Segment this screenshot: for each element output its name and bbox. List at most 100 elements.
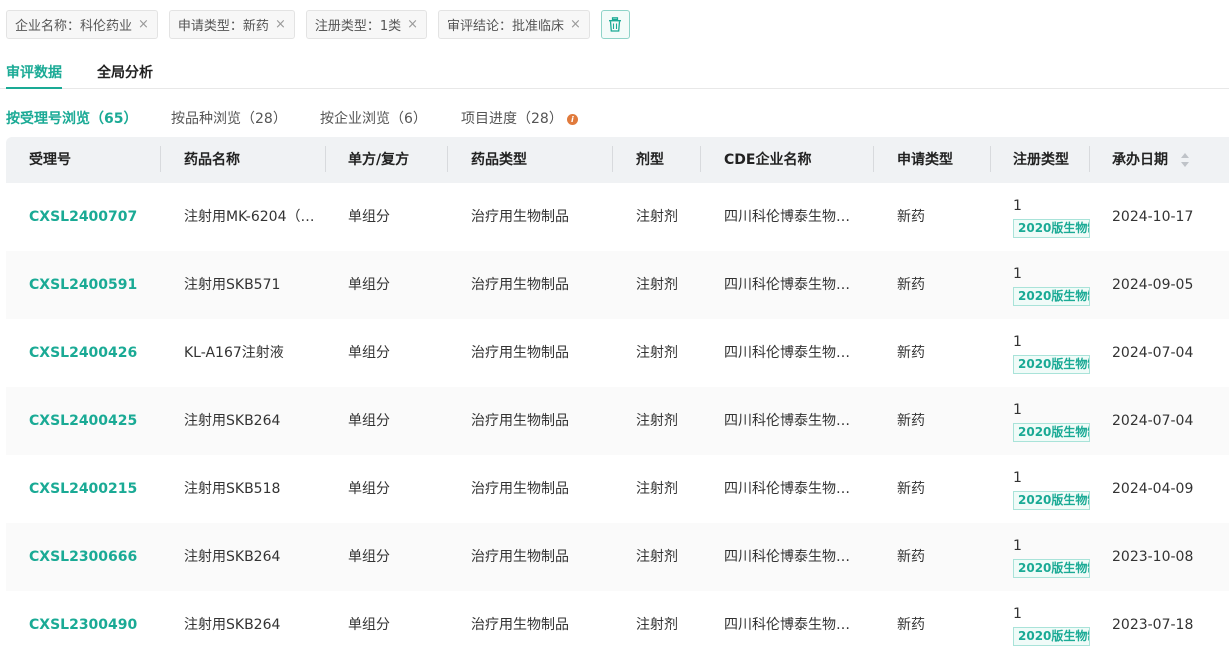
row-form: 注射剂 — [636, 617, 678, 633]
column-header-apply-type: 申请类型 — [897, 152, 953, 168]
row-drug-type: 治疗用生物制品 — [471, 277, 569, 293]
row-date: 2023-10-08 — [1112, 549, 1194, 565]
subtab-project-progress[interactable]: 项目进度（28） i — [461, 108, 578, 128]
row-reg-tag: 2020版生物制品 — [1013, 627, 1090, 646]
clear-filters-button[interactable] — [600, 10, 630, 39]
column-header-drug-type: 药品类型 — [471, 152, 527, 168]
row-date: 2024-04-09 — [1112, 481, 1194, 497]
row-apply-type: 新药 — [897, 277, 925, 293]
row-drug-type: 治疗用生物制品 — [471, 481, 569, 497]
row-form: 注射剂 — [636, 209, 678, 225]
row-reg-tag: 2020版生物制品 — [1013, 287, 1090, 306]
row-drug-type: 治疗用生物制品 — [471, 345, 569, 361]
close-icon[interactable]: × — [570, 17, 581, 32]
row-compound: 单组分 — [348, 209, 390, 225]
table-row[interactable]: CXSL2400215 注射用SKB518 单组分 治疗用生物制品 注射剂 四川科伦博泰生… — [6, 455, 1229, 523]
row-id-link[interactable]: CXSL2300666 — [29, 523, 154, 591]
row-form: 注射剂 — [636, 277, 678, 293]
row-reg-class: 1 — [1013, 470, 1022, 486]
row-reg-tag: 2020版生物制品 — [1013, 491, 1090, 510]
column-divider[interactable] — [612, 146, 613, 172]
row-date: 2024-07-04 — [1112, 345, 1194, 361]
filter-chip-apply-type[interactable]: 申请类型：新药 × — [168, 10, 295, 39]
table-row[interactable]: CXSL2300666 注射用SKB264 单组分 治疗用生物制品 注射剂 四川科伦博泰生… — [6, 523, 1229, 591]
filter-chip-conclusion[interactable]: 审评结论：批准临床 × — [438, 10, 590, 39]
column-header-name: 药品名称 — [184, 152, 240, 168]
table-row[interactable]: CXSL2300490 注射用SKB264 单组分 治疗用生物制品 注射剂 四川科伦博泰生… — [6, 591, 1229, 659]
table-header: 受理号 药品名称 单方/复方 药品类型 剂型 CDE企业名称 申请类型 注册类型… — [6, 137, 1229, 183]
info-icon[interactable]: i — [566, 113, 578, 125]
row-reg-class: 1 — [1013, 538, 1022, 554]
column-divider[interactable] — [160, 146, 161, 172]
row-drug-type: 治疗用生物制品 — [471, 413, 569, 429]
column-header-date[interactable]: 承办日期 — [1112, 137, 1168, 183]
filter-chip-label: 审评结论：批准临床 — [447, 19, 565, 34]
row-reg-tag: 2020版生物制品 — [1013, 559, 1090, 578]
row-reg-tag: 2020版生物制品 — [1013, 219, 1090, 238]
column-divider[interactable] — [447, 146, 448, 172]
row-compound: 单组分 — [348, 549, 390, 565]
row-apply-type: 新药 — [897, 549, 925, 565]
row-date: 2023-07-18 — [1112, 617, 1194, 633]
subtab-by-acceptance[interactable]: 按受理号浏览（65） — [6, 108, 137, 128]
row-date: 2024-10-17 — [1112, 209, 1194, 225]
row-drug-type: 治疗用生物制品 — [471, 617, 569, 633]
row-id-link[interactable]: CXSL2300490 — [29, 591, 154, 659]
row-id-link[interactable]: CXSL2400707 — [29, 183, 154, 251]
table-row[interactable]: CXSL2400707 注射用MK-6204（… 单组分 治疗用生物制品 注射剂 四川科伦… — [6, 183, 1229, 251]
tab-global-analysis[interactable]: 全局分析 — [97, 62, 153, 82]
subtab-by-variety[interactable]: 按品种浏览（28） — [171, 108, 287, 128]
main-tabs: 审评数据 全局分析 — [0, 52, 1229, 89]
close-icon[interactable]: × — [275, 17, 286, 32]
row-apply-type: 新药 — [897, 617, 925, 633]
filter-chip-label: 注册类型：1类 — [314, 19, 402, 34]
close-icon[interactable]: × — [407, 17, 418, 32]
column-divider[interactable] — [1089, 146, 1090, 172]
row-drug-name: 注射用SKB518 — [184, 481, 281, 497]
column-header-compound: 单方/复方 — [348, 152, 410, 168]
table-row[interactable]: CXSL2400426 KL-A167注射液 单组分 治疗用生物制品 注射剂 四川科伦博泰… — [6, 319, 1229, 387]
row-apply-type: 新药 — [897, 413, 925, 429]
row-compound: 单组分 — [348, 617, 390, 633]
row-drug-name: KL-A167注射液 — [184, 345, 284, 361]
column-divider[interactable] — [700, 146, 701, 172]
close-icon[interactable]: × — [138, 17, 149, 32]
column-divider[interactable] — [873, 146, 874, 172]
row-company: 四川科伦博泰生物… — [724, 277, 850, 293]
row-reg-class: 1 — [1013, 402, 1022, 418]
row-company: 四川科伦博泰生物… — [724, 481, 850, 497]
row-apply-type: 新药 — [897, 481, 925, 497]
row-drug-type: 治疗用生物制品 — [471, 549, 569, 565]
row-reg-class: 1 — [1013, 198, 1022, 214]
row-drug-name: 注射用SKB264 — [184, 549, 281, 565]
row-id-link[interactable]: CXSL2400215 — [29, 455, 154, 523]
filter-chip-label: 企业名称：科伦药业 — [15, 19, 133, 34]
row-reg-tag: 2020版生物制品 — [1013, 355, 1090, 374]
table-row[interactable]: CXSL2400591 注射用SKB571 单组分 治疗用生物制品 注射剂 四川科伦博泰生… — [6, 251, 1229, 319]
filter-chip-reg-type[interactable]: 注册类型：1类 × — [305, 10, 428, 39]
table-row[interactable]: CXSL2400425 注射用SKB264 单组分 治疗用生物制品 注射剂 四川科伦博泰生… — [6, 387, 1229, 455]
subtab-by-company[interactable]: 按企业浏览（6） — [320, 108, 427, 128]
row-reg-tag: 2020版生物制品 — [1013, 423, 1090, 442]
row-reg-class: 1 — [1013, 266, 1022, 282]
row-company: 四川科伦博泰生物… — [724, 413, 850, 429]
row-company: 四川科伦博泰生物… — [724, 209, 850, 225]
column-header-company: CDE企业名称 — [724, 152, 812, 168]
column-divider[interactable] — [325, 146, 326, 172]
column-header-id: 受理号 — [29, 152, 71, 168]
row-id-link[interactable]: CXSL2400426 — [29, 319, 154, 387]
filter-chip-company[interactable]: 企业名称：科伦药业 × — [6, 10, 158, 39]
row-compound: 单组分 — [348, 277, 390, 293]
row-reg-class: 1 — [1013, 606, 1022, 622]
sort-icon[interactable] — [1180, 151, 1190, 169]
row-compound: 单组分 — [348, 413, 390, 429]
row-company: 四川科伦博泰生物… — [724, 549, 850, 565]
row-compound: 单组分 — [348, 345, 390, 361]
row-id-link[interactable]: CXSL2400591 — [29, 251, 154, 319]
row-date: 2024-09-05 — [1112, 277, 1194, 293]
tab-review-data[interactable]: 审评数据 — [6, 62, 62, 89]
subtab-label: 项目进度（28） — [461, 111, 563, 127]
row-id-link[interactable]: CXSL2400425 — [29, 387, 154, 455]
column-header-form: 剂型 — [636, 152, 664, 168]
column-divider[interactable] — [990, 146, 991, 172]
